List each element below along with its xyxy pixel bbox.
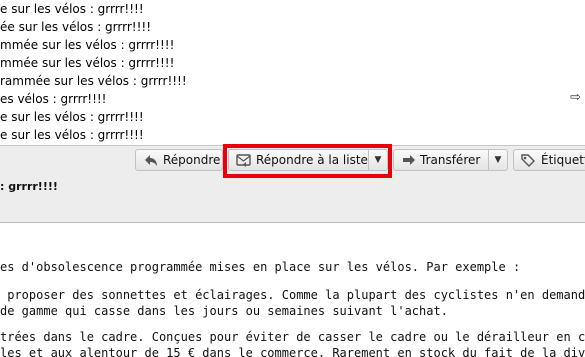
body-line: es d'obsolescence programmée mises en pl… — [0, 260, 521, 274]
thread-row[interactable]: e sur les vélos : grrrr!!!! — [0, 0, 144, 18]
reply-list-icon — [236, 150, 252, 177]
message-subject: : grrrr!!!! — [0, 180, 58, 193]
forward-dropdown-icon[interactable]: ▼ — [488, 150, 507, 170]
body-line: les et aux alentour de 15 € dans le comm… — [0, 346, 585, 357]
reply-to-list-label: Répondre à la liste — [256, 153, 368, 167]
forward-label: Transférer — [420, 153, 481, 167]
thread-arrow-icon[interactable]: ⇨ — [570, 90, 581, 105]
reply-icon — [144, 150, 159, 177]
tag-icon — [521, 150, 536, 177]
body-line: de gamme qui casse dans les jours ou sem… — [0, 304, 448, 318]
reply-label: Répondre — [163, 153, 221, 167]
reply-to-list-dropdown-icon[interactable]: ▼ — [368, 150, 387, 170]
forward-button[interactable]: Transférer ▼ — [393, 149, 508, 171]
thread-row[interactable]: mmée sur les vélos : grrrr!!!! — [0, 36, 174, 54]
reply-button[interactable]: Répondre — [135, 149, 223, 171]
thread-row[interactable]: e sur les vélos : grrrr!!!! — [0, 108, 144, 126]
thread-row[interactable]: es vélos : grrrr!!!! — [0, 90, 107, 108]
message-header: Répondre Répondre à la liste ▼ Transfére… — [0, 145, 585, 223]
thread-row[interactable]: mmée sur les vélos : grrrr!!!! — [0, 54, 174, 72]
message-body: es d'obsolescence programmée mises en pl… — [0, 223, 585, 357]
tag-label: Étiquette — [541, 153, 585, 167]
body-line: trées dans le cadre. Conçues pour éviter… — [0, 330, 585, 344]
reply-to-list-button[interactable]: Répondre à la liste ▼ — [228, 149, 388, 171]
tag-button[interactable]: Étiquette — [513, 149, 585, 171]
thread-row[interactable]: e sur les vélos : grrrr!!!! — [0, 126, 144, 144]
body-line: proposer des sonnettes et éclairages. Co… — [0, 288, 585, 302]
thread-list: e sur les vélos : grrrr!!!! ée sur les v… — [0, 0, 585, 145]
thread-row[interactable]: rammée sur les vélos : grrrr!!!! — [0, 72, 187, 90]
thread-row[interactable]: ée sur les vélos : grrrr!!!! — [0, 18, 151, 36]
forward-icon — [402, 150, 417, 177]
